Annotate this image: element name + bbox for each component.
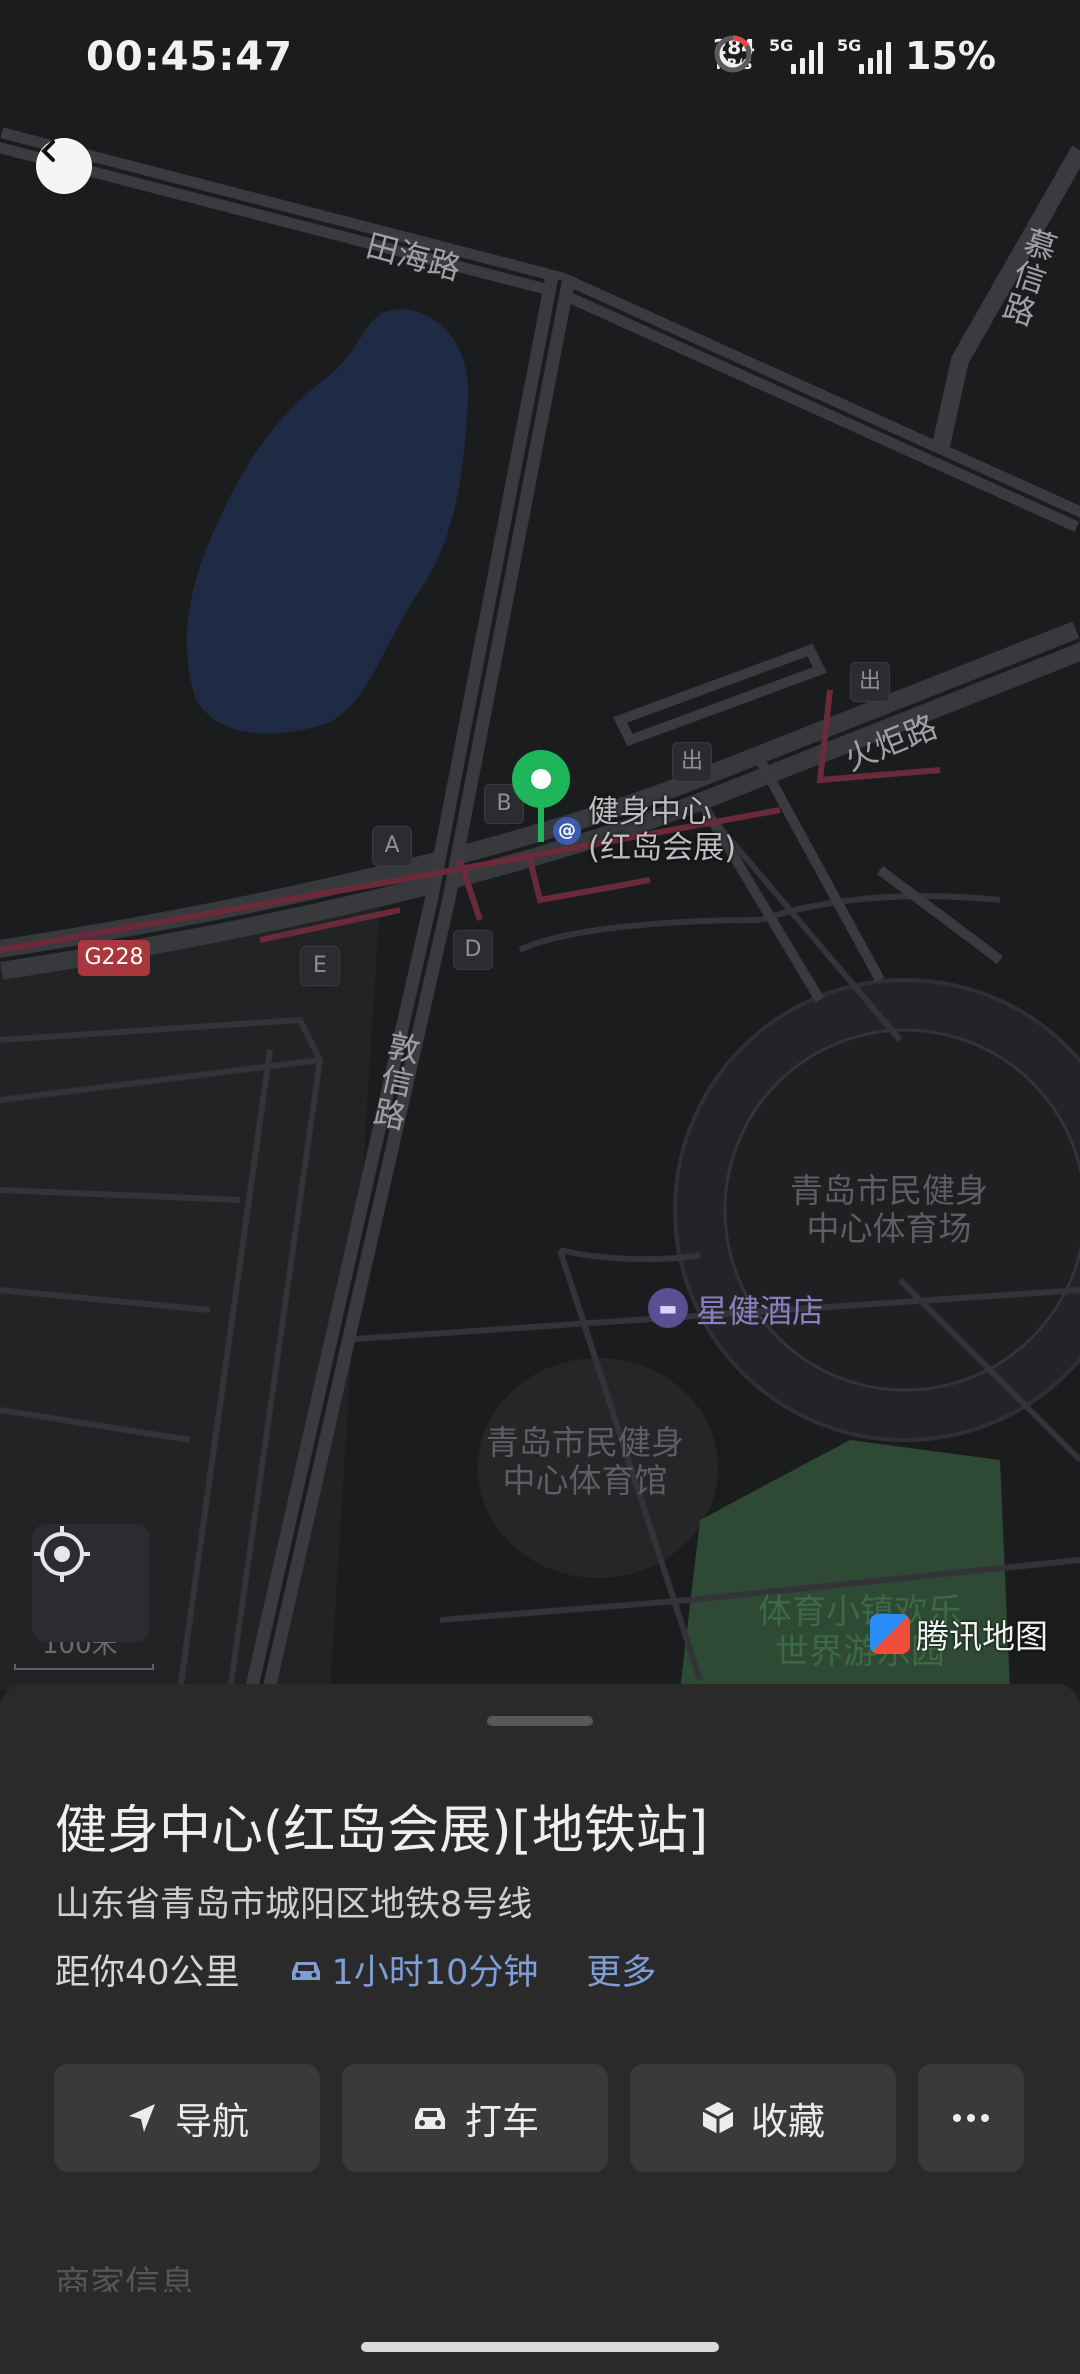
poi-gym-line1: 青岛市民健身 — [486, 1423, 684, 1462]
metro-icon: @ — [553, 817, 581, 845]
tencent-maps-logo-text: 腾讯地图 — [916, 1617, 1048, 1656]
cube-icon — [702, 2102, 734, 2134]
exit-badge: A — [372, 826, 412, 866]
place-title: 健身中心(红岛会展)[地铁站] — [55, 1801, 709, 1861]
signal-icon: 5G — [769, 36, 824, 74]
taxi-icon — [415, 2108, 445, 2129]
status-icons: 284 KB/S 5G 5G 15% — [713, 34, 996, 78]
sim2-label: 5G — [837, 36, 862, 55]
drive-time-text: 1小时10分钟 — [331, 1953, 539, 1993]
hotel-icon: ▬ — [648, 1288, 688, 1328]
drive-time-link[interactable]: 1小时10分钟 — [288, 1944, 539, 1995]
navigation-arrow-icon — [129, 2104, 155, 2132]
place-detail-sheet[interactable]: 健身中心(红岛会展)[地铁站] 山东省青岛市城阳区地铁8号线 距你40公里 1小… — [0, 1684, 1080, 2374]
poi-stadium[interactable]: 青岛市民健身 中心体育场 — [790, 1172, 988, 1248]
exit-badge: E — [300, 946, 340, 986]
place-address: 山东省青岛市城阳区地铁8号线 — [55, 1885, 533, 1925]
exit-badge: D — [453, 930, 493, 970]
poi-stadium-line1: 青岛市民健身 — [790, 1171, 988, 1210]
favorite-button-label: 收藏 — [751, 2100, 825, 2143]
taxi-button-label: 打车 — [465, 2100, 539, 2143]
more-dots-icon — [953, 2114, 989, 2122]
exit-badge: 出 — [672, 742, 712, 782]
poi-gym-line2: 中心体育馆 — [502, 1461, 668, 1500]
sim1-label: 5G — [769, 36, 794, 55]
station-label[interactable]: 健身中心 (红岛会展) — [588, 794, 736, 866]
poi-stadium-line2: 中心体育场 — [806, 1209, 972, 1248]
poi-gym[interactable]: 青岛市民健身 中心体育馆 — [486, 1424, 684, 1500]
place-info-row: 距你40公里 1小时10分钟 更多 — [55, 1944, 656, 1995]
favorite-button[interactable]: 收藏 — [630, 2064, 896, 2172]
locate-me-button[interactable] — [32, 1524, 150, 1642]
chevron-left-icon — [41, 140, 55, 162]
tencent-maps-logo-icon — [870, 1614, 910, 1654]
map-view[interactable]: 00:45:47 284 KB/S 5G 5G 15% 田海路 慕信路 火炬路 … — [0, 0, 1080, 1690]
merchant-info-heading: 商家信息 — [55, 2265, 196, 2292]
car-icon — [291, 1961, 320, 1980]
taxi-button[interactable]: 打车 — [342, 2064, 608, 2172]
battery-ring-icon — [714, 35, 752, 73]
navigate-button[interactable]: 导航 — [54, 2064, 320, 2172]
map-scale-bar — [14, 1664, 154, 1670]
station-label-line1: 健身中心 — [588, 794, 712, 830]
more-link[interactable]: 更多 — [586, 1944, 656, 1995]
navigate-button-label: 导航 — [175, 2100, 249, 2143]
crosshair-icon — [34, 1526, 90, 1582]
status-time: 00:45:47 — [86, 34, 293, 80]
highway-badge: G228 — [78, 940, 150, 976]
distance-text: 距你40公里 — [55, 1953, 240, 1993]
battery-percent: 15% — [905, 34, 996, 78]
station-label-line2: (红岛会展) — [588, 830, 737, 866]
action-bar: 导航 打车 收藏 — [54, 2064, 1024, 2172]
signal-icon: 5G — [837, 36, 892, 74]
sheet-drag-handle[interactable] — [487, 1716, 593, 1726]
back-button[interactable] — [36, 138, 92, 194]
poi-hotel[interactable]: 星健酒店 — [696, 1286, 824, 1332]
tencent-maps-logo: 腾讯地图 — [870, 1610, 1048, 1658]
exit-badge: 出 — [850, 662, 890, 702]
home-indicator[interactable] — [361, 2342, 719, 2352]
more-options-button[interactable] — [918, 2064, 1024, 2172]
